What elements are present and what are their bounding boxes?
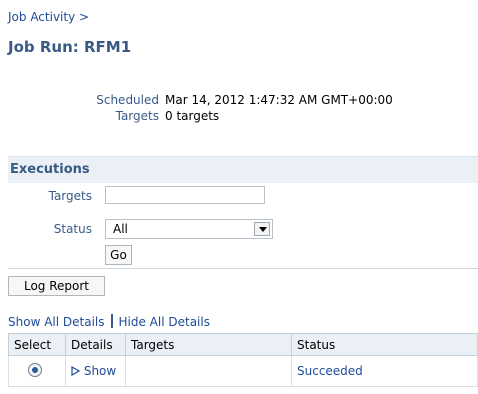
section-divider bbox=[8, 268, 478, 269]
column-header-status: Status bbox=[291, 333, 478, 356]
table-row: Show Succeeded bbox=[8, 355, 478, 387]
breadcrumb[interactable]: Job Activity > bbox=[8, 10, 89, 24]
select-cell bbox=[8, 355, 66, 387]
targets-cell bbox=[125, 355, 292, 387]
status-cell: Succeeded bbox=[291, 355, 478, 387]
page-title: Job Run: RFM1 bbox=[8, 38, 132, 56]
status-link[interactable]: Succeeded bbox=[297, 364, 363, 378]
targets-value: 0 targets bbox=[165, 109, 220, 123]
disclosure-triangle-icon bbox=[71, 365, 81, 377]
show-details-link[interactable]: Show bbox=[71, 364, 116, 378]
targets-filter-label: Targets bbox=[48, 189, 92, 203]
executions-table: Select Details Targets Status Show Succe… bbox=[8, 333, 478, 387]
detail-links: Show All Details Hide All Details bbox=[8, 314, 210, 329]
breadcrumb-job-activity-link[interactable]: Job Activity > bbox=[8, 10, 89, 24]
column-header-details: Details bbox=[65, 333, 126, 356]
column-header-select: Select bbox=[8, 333, 66, 356]
status-filter-select[interactable]: All bbox=[105, 219, 273, 239]
column-header-targets: Targets bbox=[125, 333, 292, 356]
show-all-details-link[interactable]: Show All Details bbox=[8, 315, 105, 329]
targets-label: Targets bbox=[115, 109, 159, 123]
link-separator bbox=[110, 314, 113, 328]
targets-filter-input[interactable] bbox=[105, 186, 265, 204]
table-header-row: Select Details Targets Status bbox=[8, 333, 478, 356]
log-report-button[interactable]: Log Report bbox=[8, 276, 105, 296]
scheduled-value: Mar 14, 2012 1:47:32 AM GMT+00:00 bbox=[165, 93, 393, 107]
scheduled-label: Scheduled bbox=[96, 93, 159, 107]
executions-title: Executions bbox=[10, 162, 90, 177]
status-filter-label: Status bbox=[53, 222, 92, 236]
row-select-radio[interactable] bbox=[28, 362, 42, 377]
hide-all-details-link[interactable]: Hide All Details bbox=[119, 315, 210, 329]
show-details-label: Show bbox=[83, 364, 117, 378]
executions-header: Executions bbox=[8, 156, 478, 183]
dropdown-arrow-icon[interactable] bbox=[254, 222, 270, 236]
go-button[interactable]: Go bbox=[105, 245, 132, 265]
status-filter-value: All bbox=[113, 222, 128, 236]
details-cell: Show bbox=[65, 355, 126, 387]
